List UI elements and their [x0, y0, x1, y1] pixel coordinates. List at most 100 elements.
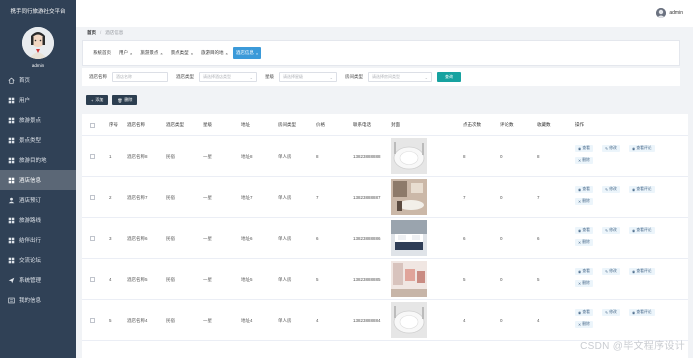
close-icon[interactable]: ×	[226, 51, 228, 56]
cover-image[interactable]	[391, 138, 427, 174]
close-icon[interactable]: ×	[256, 51, 258, 56]
row-checkbox[interactable]	[90, 318, 95, 323]
star-select[interactable]: 请选择星级 ⌄	[279, 72, 337, 82]
sidebar-item-label: 旅游景点	[19, 118, 42, 124]
cell-favorites: 5	[537, 277, 540, 282]
plus-icon: +	[91, 97, 94, 103]
sidebar-item-hotel-info[interactable]: 酒店信息	[0, 170, 76, 190]
tab-users[interactable]: 用户 ×	[116, 47, 135, 59]
delete-row-button[interactable]: ✕ 删除	[575, 198, 593, 205]
delete-row-button-label: 删除	[582, 199, 590, 203]
table-row: 2 酒店名称7 民宿 一星 地址7 单人房 7 13823888887 7 0 7 ◉ 查看 ✎ 修改 ◉ 查看…	[82, 177, 688, 218]
eye-icon: ◉	[578, 188, 582, 192]
view-button[interactable]: ◉ 查看	[575, 268, 593, 275]
column-header: 收藏数	[537, 122, 551, 127]
sidebar-item-hotel-booking[interactable]: 酒店预订	[0, 190, 76, 210]
delete-row-button[interactable]: ✕ 删除	[575, 321, 593, 328]
hotel-name-placeholder: 酒店名称	[116, 74, 132, 79]
view-reviews-button[interactable]: ◉ 查看评论	[629, 309, 655, 316]
hotel-name-input[interactable]: 酒店名称	[112, 72, 168, 82]
cell-address: 地址6	[241, 236, 253, 241]
tab-dashboard[interactable]: 系统首页	[90, 47, 114, 59]
view-reviews-button[interactable]: ◉ 查看评论	[629, 227, 655, 234]
delete-row-button[interactable]: ✕ 删除	[575, 280, 593, 287]
sidebar-item-attractions[interactable]: 旅游景点	[0, 110, 76, 130]
close-icon[interactable]: ×	[191, 51, 193, 56]
close-icon: ✕	[578, 282, 582, 286]
view-button[interactable]: ◉ 查看	[575, 186, 593, 193]
sidebar-item-routes[interactable]: 旅游路线	[0, 210, 76, 230]
sidebar-item-destinations[interactable]: 旅游目的地	[0, 150, 76, 170]
profile-icon	[8, 297, 15, 304]
edit-button[interactable]: ✎ 修改	[602, 309, 620, 316]
view-reviews-button[interactable]: ◉ 查看评论	[629, 268, 655, 275]
sidebar-item-forum[interactable]: 交流论坛	[0, 250, 76, 270]
grid-icon	[8, 157, 15, 164]
cell-hotel-type: 民宿	[166, 277, 175, 282]
close-icon: ✕	[578, 200, 582, 204]
view-button[interactable]: ◉ 查看	[575, 145, 593, 152]
add-button[interactable]: + 添加	[86, 95, 109, 105]
view-reviews-button[interactable]: ◉ 查看评论	[629, 186, 655, 193]
delete-row-button[interactable]: ✕ 删除	[575, 239, 593, 246]
select-all-checkbox[interactable]	[90, 123, 95, 128]
edit-button[interactable]: ✎ 修改	[602, 186, 620, 193]
cell-clicks: 8	[463, 154, 466, 159]
sidebar-item-attraction-types[interactable]: 景点类型	[0, 130, 76, 150]
sidebar-item-users[interactable]: 用户	[0, 90, 76, 110]
cell-favorites: 4	[537, 318, 540, 323]
sidebar-item-label: 酒店预订	[19, 198, 42, 204]
hotel-type-select[interactable]: 请选择酒店类型 ⌄	[199, 72, 257, 82]
cover-image[interactable]	[391, 220, 427, 256]
tab-attractions[interactable]: 旅游景点 ×	[137, 47, 165, 59]
sidebar-item-system[interactable]: 系统管理	[0, 270, 76, 290]
delete-row-button[interactable]: ✕ 删除	[575, 157, 593, 164]
cell-star: 一星	[203, 318, 212, 323]
edit-button[interactable]: ✎ 修改	[602, 268, 620, 275]
cell-room-type: 单人房	[278, 277, 292, 282]
tab-attraction-types[interactable]: 景点类型 ×	[168, 47, 196, 59]
row-checkbox[interactable]	[90, 236, 95, 241]
sidebar-item-home[interactable]: 首页	[0, 70, 76, 90]
sidebar-item-my-info[interactable]: 我的信息	[0, 290, 76, 310]
sidebar-item-label: 用户	[19, 98, 31, 104]
close-icon[interactable]: ×	[160, 51, 162, 56]
tab-destinations[interactable]: 旅游目的地 ×	[198, 47, 231, 59]
cell-comments: 0	[500, 277, 503, 282]
cell-phone: 13823888887	[353, 195, 381, 200]
table-header: 序号 酒店名称 酒店类型 星级 地址 房间类型 价格 联系电话 封面 点击次数 …	[82, 114, 688, 136]
tab-label: 景点类型	[170, 50, 189, 55]
edit-button[interactable]: ✎ 修改	[602, 227, 620, 234]
sidebar-item-companions[interactable]: 结伴出行	[0, 230, 76, 250]
column-header: 操作	[575, 122, 584, 127]
view-reviews-button[interactable]: ◉ 查看评论	[629, 145, 655, 152]
cell-hotel-type: 民宿	[166, 318, 175, 323]
cover-image[interactable]	[391, 261, 427, 297]
row-checkbox[interactable]	[90, 195, 95, 200]
delete-button[interactable]: 🗑 删除	[112, 95, 138, 105]
cell-hotel-type: 民宿	[166, 236, 175, 241]
row-checkbox[interactable]	[90, 277, 95, 282]
breadcrumb-current: 酒店信息	[105, 30, 124, 35]
edit-button-label: 修改	[609, 228, 617, 232]
search-button[interactable]: 查询	[437, 72, 461, 82]
sidebar-avatar[interactable]	[22, 27, 54, 59]
breadcrumb-home[interactable]: 首页	[87, 30, 96, 36]
header-user-menu[interactable]: admin	[656, 8, 683, 18]
action-bar: + 添加 🗑 删除	[86, 95, 138, 105]
edit-icon: ✎	[605, 311, 609, 315]
view-button[interactable]: ◉ 查看	[575, 309, 593, 316]
cover-image[interactable]	[391, 302, 427, 338]
cell-index: 2	[109, 195, 112, 200]
room-type-select[interactable]: 请选择房间类型 ⌄	[368, 72, 432, 82]
grid-icon	[8, 97, 15, 104]
eye-icon: ◉	[578, 147, 582, 151]
edit-button[interactable]: ✎ 修改	[602, 145, 620, 152]
view-button[interactable]: ◉ 查看	[575, 227, 593, 234]
tab-hotel-info[interactable]: 酒店信息 ×	[232, 47, 262, 59]
view-button-label: 查看	[582, 269, 590, 273]
close-icon[interactable]: ×	[130, 51, 132, 56]
cover-image[interactable]	[391, 179, 427, 215]
sidebar: 携手同行旅游社交平台 admin 首页 用户 旅游景点 景点类型 旅游目的地 酒…	[0, 0, 76, 358]
row-checkbox[interactable]	[90, 154, 95, 159]
